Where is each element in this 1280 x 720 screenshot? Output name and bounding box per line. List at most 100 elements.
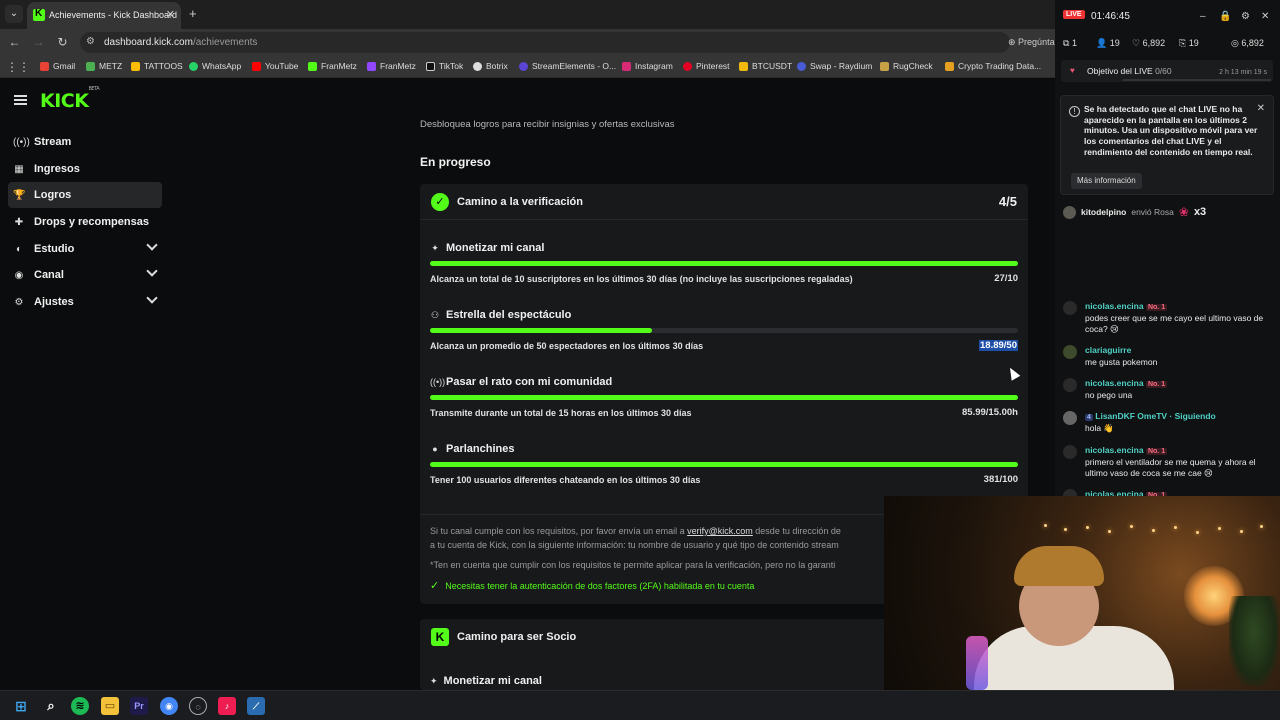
windows-start-icon[interactable]: ⊞	[12, 697, 30, 715]
bookmark-btcusdt[interactable]: BTCUSDT	[739, 61, 792, 71]
broadcast-icon: ((•))	[13, 136, 30, 148]
bookmark-tattoos[interactable]: TATTOOS	[131, 61, 183, 71]
gift-action: envió Rosa	[1131, 207, 1174, 217]
wallet-icon: ▦	[14, 163, 24, 175]
bookmark-tiktok[interactable]: TikTok	[426, 61, 463, 71]
sidebar-item-logros[interactable]: 🏆 Logros	[8, 182, 162, 208]
url-text: dashboard.kick.com/achievements	[104, 37, 258, 48]
requirement-item: ✦ Monetizar mi canal Alcanza un total de …	[430, 241, 1018, 284]
chevron-down-icon[interactable]	[146, 265, 158, 277]
chat-text: no pego una	[1085, 390, 1133, 400]
verify-email-link[interactable]: verify@kick.com	[687, 526, 753, 536]
new-tab-button[interactable]: +	[189, 6, 197, 21]
sidebar-item-stream[interactable]: ((•)) Stream	[8, 129, 162, 155]
broadcast-icon: ((•))	[430, 377, 446, 387]
bookmark-franmetz-twitch[interactable]: FranMetz	[367, 61, 416, 71]
sidebar-item-label: Canal	[34, 269, 64, 281]
more-info-button[interactable]: Más información	[1071, 173, 1142, 189]
bookmark-botrix[interactable]: Botrix	[473, 61, 508, 71]
close-icon[interactable]: ✕	[1257, 103, 1265, 114]
chrome-icon[interactable]: ◉	[160, 697, 178, 715]
sidebar-item-ingresos[interactable]: ▦ Ingresos	[8, 156, 162, 182]
bookmark-raydium[interactable]: Swap - Raydium	[797, 61, 872, 71]
apps-grid-icon[interactable]: ⋮⋮	[6, 60, 30, 75]
app-icon[interactable]: ⟋	[247, 697, 265, 715]
card-header[interactable]: ✓ Camino a la verificación 4/5	[420, 184, 1028, 220]
sidebar-item-estudio[interactable]: ◐ Estudio	[8, 236, 162, 262]
chat-username[interactable]: 4 LisanDKF OmeTV · Siguiendo	[1085, 411, 1216, 421]
bookmark-pinterest[interactable]: Pinterest	[683, 61, 730, 71]
chevron-down-icon[interactable]	[146, 292, 158, 304]
goal-icon: ♥	[1070, 66, 1075, 75]
forward-icon[interactable]: →	[31, 35, 46, 50]
plant	[1229, 596, 1279, 686]
live-header: LIVE 01:46:45 – 🔒 ⚙ ✕	[1055, 0, 1280, 30]
requirement-description: Transmite durante un total de 15 horas e…	[430, 408, 692, 418]
bookmark-gmail[interactable]: Gmail	[40, 61, 75, 71]
tab-title: Achievements - Kick Dashboard	[49, 10, 178, 20]
avatar	[1063, 301, 1077, 315]
stat-viewers: 👤 19	[1096, 38, 1120, 48]
site-info-icon[interactable]: ⚙	[86, 36, 98, 48]
sidebar-item-canal[interactable]: ◉ Canal	[8, 262, 162, 288]
stat-total: ◎ 6,892	[1231, 38, 1264, 48]
bookmark-youtube[interactable]: YouTube	[252, 61, 298, 71]
minimize-icon[interactable]: –	[1200, 11, 1206, 22]
binance-icon	[739, 61, 748, 71]
reload-icon[interactable]: ↻	[55, 35, 70, 50]
sidebar-item-label: Estudio	[34, 243, 75, 255]
live-goal[interactable]: ♥ Objetivo del LIVE 0/60 2 h 13 min 19 s	[1061, 60, 1273, 82]
bookmark-streamelements[interactable]: StreamElements - O...	[519, 61, 616, 71]
spotify-icon[interactable]: ≋	[71, 697, 89, 715]
card-title[interactable]: Camino para ser Socio	[457, 631, 576, 643]
premiere-icon[interactable]: Pr	[130, 697, 148, 715]
bookmark-instagram[interactable]: Instagram	[622, 61, 673, 71]
back-icon[interactable]: ←	[7, 35, 22, 50]
bookmark-franmetz-kick[interactable]: FranMetz	[308, 61, 357, 71]
viewers-icon: ⚇	[430, 309, 440, 320]
sidebar-item-drops[interactable]: ✚ Drops y recompensas	[8, 209, 162, 235]
bookmark-rugcheck[interactable]: RugCheck	[880, 61, 933, 71]
progress-bar-fill	[430, 261, 1018, 266]
webcam-feed	[884, 496, 1280, 690]
tab-search-button[interactable]: ⌄	[5, 5, 23, 23]
live-studio-panel: LIVE 01:46:45 – 🔒 ⚙ ✕ ⧉ 1 👤 19 ♡ 6,892 ⎘…	[1055, 0, 1280, 503]
lock-icon[interactable]: 🔒	[1219, 11, 1231, 22]
close-icon[interactable]: ✕	[1261, 11, 1269, 22]
sidebar-item-label: Stream	[34, 136, 72, 148]
requirement-description: Tener 100 usuarios diferentes chateando …	[430, 475, 701, 485]
search-icon[interactable]: ⌕	[42, 697, 60, 715]
kick-logo[interactable]: KICKBETA	[40, 86, 100, 112]
close-tab-icon[interactable]: ✕	[166, 8, 175, 21]
stat-likes: ♡ 6,892	[1132, 38, 1166, 48]
requirement-item: ((•)) Pasar el rato con mi comunidad Tran…	[430, 375, 1018, 418]
chat-text: primero el ventilador se me quema y ahor…	[1085, 457, 1256, 478]
requirement-item: ✦ Monetizar mi canal	[430, 675, 542, 687]
instagram-icon	[622, 61, 631, 71]
card-progress-count: 4/5	[998, 194, 1017, 209]
obs-icon[interactable]: ◌	[189, 697, 207, 715]
chat-username[interactable]: clariaguirre	[1085, 345, 1131, 355]
twofa-text: Necesitas tener la autenticación de dos …	[445, 580, 755, 591]
bookmark-crypto-trading[interactable]: Crypto Trading Data...	[945, 61, 1041, 71]
verification-instructions-2: a tu cuenta de Kick, con la siguiente in…	[430, 540, 839, 550]
tiktok-live-icon[interactable]: ♪	[218, 697, 236, 715]
chat-username[interactable]: nicolas.encina No. 1	[1085, 301, 1168, 311]
chat-username[interactable]: nicolas.encina No. 1	[1085, 445, 1168, 455]
kick-logo-icon: K	[431, 628, 449, 646]
chat-text: podes creer que se me cayo eel ultimo va…	[1085, 313, 1264, 334]
file-explorer-icon[interactable]: ▭	[101, 697, 119, 715]
browser-tab-active[interactable]: Achievements - Kick Dashboard ✕	[27, 2, 181, 29]
bookmark-metz[interactable]: METZ	[86, 61, 122, 71]
requirement-value: 85.99/15.00h	[962, 407, 1018, 418]
chevron-down-icon[interactable]	[146, 239, 158, 251]
bookmark-whatsapp[interactable]: WhatsApp	[189, 61, 241, 71]
gear-icon[interactable]: ⚙	[1241, 11, 1250, 22]
address-bar[interactable]: ⚙ dashboard.kick.com/achievements	[80, 32, 1010, 53]
gift-icon: ✚	[14, 216, 24, 228]
sidebar-item-ajustes[interactable]: ⚙ Ajustes	[8, 289, 162, 315]
stat-share: ⧉ 1	[1063, 38, 1077, 48]
chat-username[interactable]: nicolas.encina No. 1	[1085, 378, 1168, 388]
requirement-title: Estrella del espectáculo	[446, 309, 572, 321]
menu-toggle-icon[interactable]	[14, 95, 28, 106]
